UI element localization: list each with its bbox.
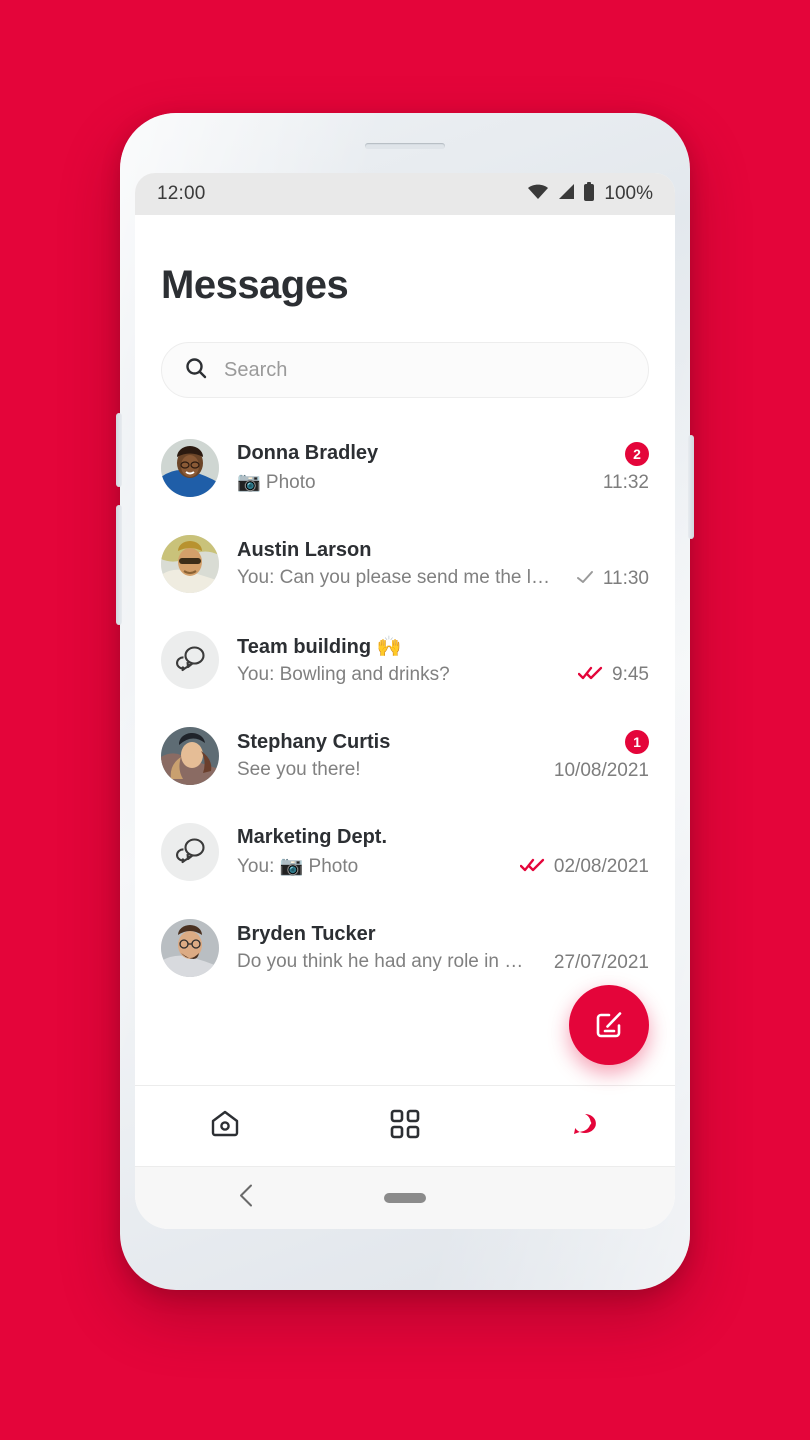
conversation-row[interactable]: Stephany Curtis See you there! 1 10/08/2… bbox=[135, 708, 675, 804]
conversation-meta: 11:30 bbox=[575, 538, 649, 590]
cellular-signal-icon bbox=[556, 183, 576, 206]
avatar bbox=[161, 535, 219, 593]
double-check-icon bbox=[577, 665, 604, 686]
timestamp-group: 27/07/2021 bbox=[554, 952, 649, 974]
search-input[interactable] bbox=[224, 358, 626, 382]
conversation-list: Donna Bradley 📷 Photo 2 11:32 Austin Lar… bbox=[135, 420, 675, 1085]
timestamp: 27/07/2021 bbox=[553, 952, 649, 973]
conversation-preview: You: Can you please send me the lat… bbox=[237, 567, 557, 588]
timestamp: 10/08/2021 bbox=[553, 760, 649, 781]
conversation-name: Bryden Tucker bbox=[237, 923, 376, 945]
conversation-preview: You: Bowling and drinks? bbox=[237, 664, 450, 685]
conversation-row[interactable]: Team building 🙌 You: Bowling and drinks? bbox=[135, 612, 675, 708]
compose-icon bbox=[592, 1007, 626, 1044]
conversation-name: Stephany Curtis bbox=[237, 731, 391, 753]
conversation-meta: 9:45 bbox=[577, 634, 649, 686]
conversation-text: Donna Bradley 📷 Photo bbox=[237, 442, 571, 494]
conversation-meta: 1 10/08/2021 bbox=[554, 730, 649, 782]
phone-screen: 12:00 100% Messages Search Donna Bradley… bbox=[135, 173, 675, 1229]
bottom-navigation bbox=[135, 1085, 675, 1167]
conversation-name: Marketing Dept. bbox=[237, 826, 388, 848]
unread-badge: 2 bbox=[625, 442, 649, 466]
messages-app: Messages Search Donna Bradley 📷 Photo 2 … bbox=[135, 215, 675, 1085]
conversation-name: Team building 🙌 bbox=[237, 636, 402, 658]
conversation-meta: 27/07/2021 bbox=[554, 922, 649, 974]
conversation-row[interactable]: Austin Larson You: Can you please send m… bbox=[135, 516, 675, 612]
nav-item-apps[interactable] bbox=[315, 1108, 495, 1145]
battery-icon bbox=[583, 181, 595, 207]
conversation-preview: 📷 Photo bbox=[237, 472, 316, 493]
chat-bubble-icon bbox=[569, 1108, 601, 1145]
nav-item-home[interactable] bbox=[135, 1107, 315, 1146]
android-navigation-bar bbox=[135, 1167, 675, 1229]
status-indicators: 100% bbox=[527, 181, 653, 207]
timestamp: 11:32 bbox=[602, 472, 649, 493]
timestamp-group: 11:30 bbox=[575, 568, 649, 590]
grid-apps-icon bbox=[389, 1108, 421, 1145]
conversation-row[interactable]: Bryden Tucker Do you think he had any ro… bbox=[135, 900, 675, 996]
compose-message-button[interactable] bbox=[569, 985, 649, 1065]
group-chat-icon bbox=[173, 833, 207, 872]
single-check-icon bbox=[575, 569, 595, 590]
wifi-icon bbox=[527, 183, 549, 206]
volume-down-button[interactable] bbox=[116, 505, 122, 625]
conversation-preview: See you there! bbox=[237, 759, 361, 780]
double-check-icon bbox=[519, 857, 546, 878]
timestamp: 9:45 bbox=[612, 664, 649, 685]
conversation-name: Austin Larson bbox=[237, 539, 372, 561]
conversation-text: Austin Larson You: Can you please send m… bbox=[237, 539, 557, 589]
conversation-name: Donna Bradley bbox=[237, 442, 379, 464]
group-chat-icon bbox=[173, 641, 207, 680]
conversation-text: Marketing Dept. You: 📷 Photo bbox=[237, 826, 502, 878]
status-bar: 12:00 100% bbox=[135, 173, 675, 215]
avatar bbox=[161, 823, 219, 881]
volume-up-button[interactable] bbox=[116, 413, 122, 487]
home-indicator[interactable] bbox=[384, 1193, 426, 1203]
timestamp-group: 02/08/2021 bbox=[519, 856, 649, 878]
back-chevron-icon[interactable] bbox=[237, 1183, 257, 1214]
phone-device: 12:00 100% Messages Search Donna Bradley… bbox=[116, 113, 694, 1290]
page-title: Messages bbox=[161, 263, 349, 307]
home-icon bbox=[208, 1107, 242, 1146]
power-button[interactable] bbox=[688, 435, 694, 539]
avatar bbox=[161, 439, 219, 497]
conversation-meta: 2 11:32 bbox=[589, 442, 649, 494]
conversation-text: Stephany Curtis See you there! bbox=[237, 731, 536, 781]
battery-percentage: 100% bbox=[604, 183, 653, 204]
unread-badge: 1 bbox=[625, 730, 649, 754]
timestamp-group: 11:32 bbox=[603, 472, 649, 494]
timestamp: 11:30 bbox=[602, 568, 649, 589]
conversation-preview: You: 📷 Photo bbox=[237, 856, 359, 877]
conversation-preview: Do you think he had any role in m… bbox=[237, 951, 536, 972]
conversation-row[interactable]: Marketing Dept. You: 📷 Photo 02/08/2021 bbox=[135, 804, 675, 900]
search-bar[interactable] bbox=[161, 342, 649, 398]
conversation-row[interactable]: Donna Bradley 📷 Photo 2 11:32 bbox=[135, 420, 675, 516]
avatar bbox=[161, 727, 219, 785]
conversation-text: Bryden Tucker Do you think he had any ro… bbox=[237, 923, 536, 973]
nav-item-messages[interactable] bbox=[495, 1108, 675, 1145]
avatar bbox=[161, 631, 219, 689]
search-icon bbox=[184, 356, 208, 385]
conversation-text: Team building 🙌 You: Bowling and drinks? bbox=[237, 634, 560, 686]
status-time: 12:00 bbox=[157, 183, 206, 204]
earpiece-speaker bbox=[365, 143, 445, 149]
avatar bbox=[161, 919, 219, 977]
timestamp: 02/08/2021 bbox=[553, 856, 649, 877]
conversation-meta: 02/08/2021 bbox=[519, 826, 649, 878]
timestamp-group: 10/08/2021 bbox=[554, 760, 649, 782]
timestamp-group: 9:45 bbox=[577, 664, 649, 686]
